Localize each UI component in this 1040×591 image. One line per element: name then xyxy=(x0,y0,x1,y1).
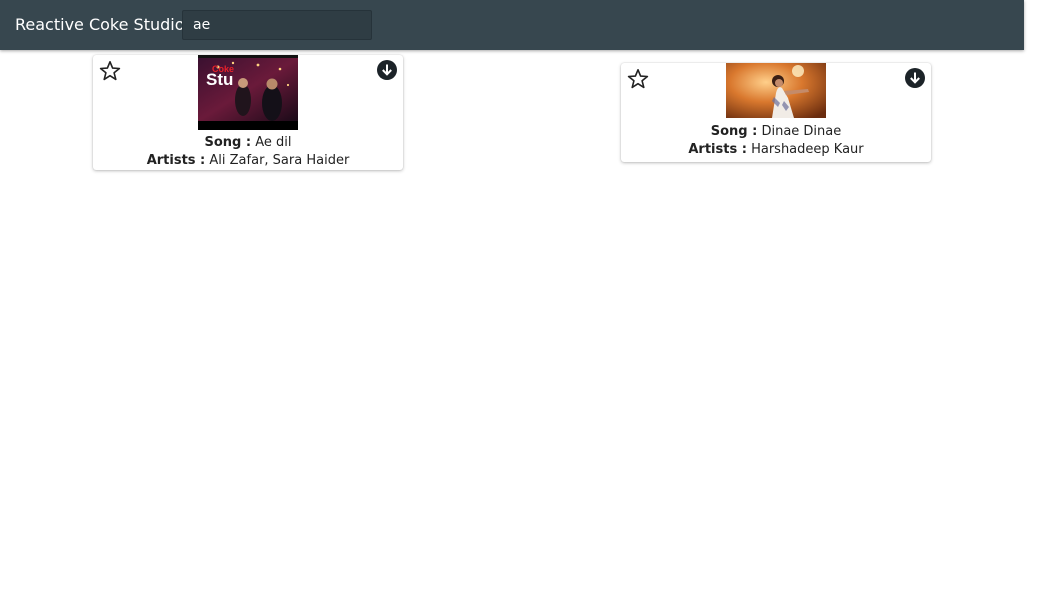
song-title: Dinae Dinae xyxy=(761,124,842,139)
song-label: Song : xyxy=(204,135,252,150)
song-thumbnail[interactable] xyxy=(726,63,826,118)
download-icon[interactable] xyxy=(377,60,397,80)
svg-text:Coke: Coke xyxy=(212,64,234,74)
song-info: Song : Dinae Dinae Artists : Harshadeep … xyxy=(621,123,931,159)
song-thumbnail[interactable]: Stu Coke xyxy=(198,55,298,130)
artists-value: Harshadeep Kaur xyxy=(751,142,864,157)
star-icon[interactable] xyxy=(626,67,650,91)
artists-value: Ali Zafar, Sara Haider xyxy=(209,153,350,168)
app-title[interactable]: Reactive Coke Studio xyxy=(15,14,185,36)
song-card[interactable]: Stu Coke Song : Ae dil Artists : Ali Zaf… xyxy=(93,55,403,170)
song-line: Song : Ae dil xyxy=(93,134,403,152)
download-icon[interactable] xyxy=(905,68,925,88)
artists-line: Artists : Harshadeep Kaur xyxy=(621,141,931,159)
search-input[interactable] xyxy=(182,10,372,40)
artists-line: Artists : Ali Zafar, Sara Haider xyxy=(93,152,403,170)
song-line: Song : Dinae Dinae xyxy=(621,123,931,141)
song-card[interactable]: Song : Dinae Dinae Artists : Harshadeep … xyxy=(621,63,931,162)
artists-label: Artists : xyxy=(688,142,747,157)
artists-label: Artists : xyxy=(146,153,206,168)
song-info: Song : Ae dil Artists : Ali Zafar, Sara … xyxy=(93,134,403,170)
song-title: Ae dil xyxy=(255,135,292,150)
song-label: Song : xyxy=(710,124,758,139)
star-icon[interactable] xyxy=(98,59,122,83)
top-navbar: Reactive Coke Studio xyxy=(0,0,1024,50)
